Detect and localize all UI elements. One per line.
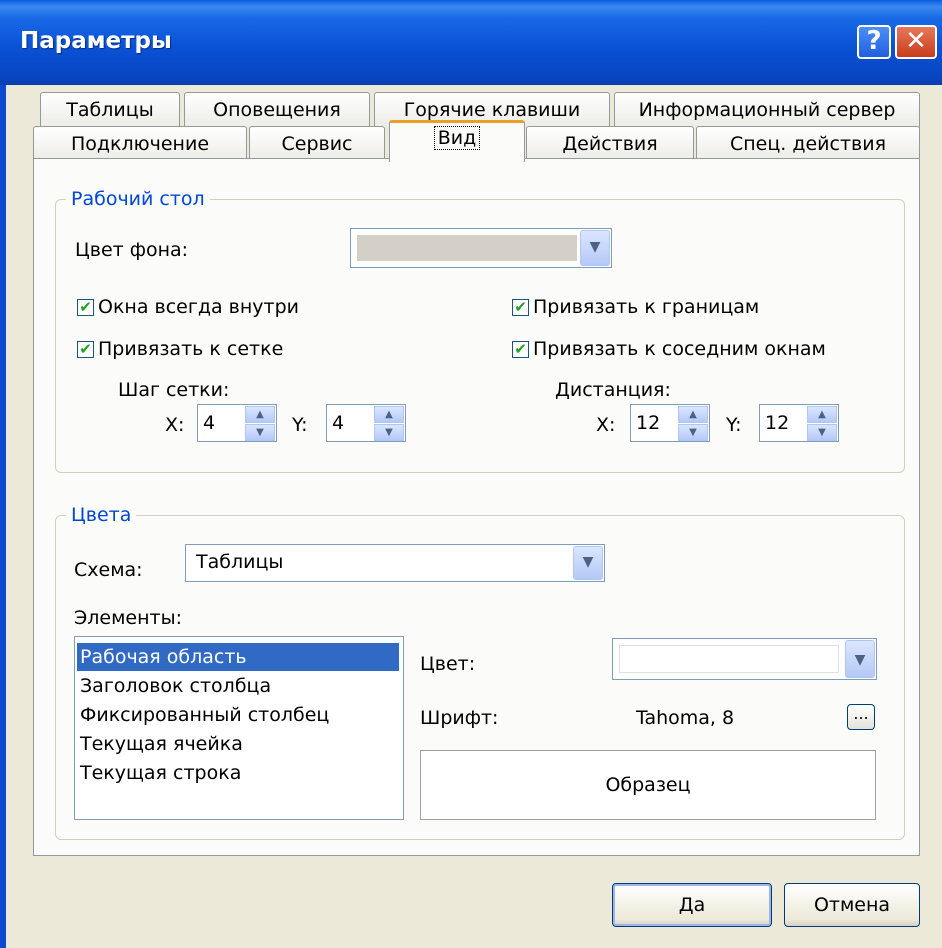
spin-down-icon[interactable]: ▼ [374,424,404,441]
distance-y-label: Y: [726,414,742,436]
grid-y-label: Y: [292,414,308,436]
snap-borders-label: Привязать к границам [533,296,760,318]
list-item[interactable]: Фиксированный столбец [77,701,399,729]
chevron-down-icon[interactable]: ▼ [573,546,603,580]
tab-view-label: Вид [433,126,481,150]
snap-grid-label: Привязать к сетке [98,338,284,360]
cancel-button[interactable]: Отмена [784,883,920,927]
help-button[interactable]: ? [857,25,891,59]
windows-inside-checkbox[interactable]: ✔ [77,299,94,316]
font-label: Шрифт: [420,707,499,729]
spin-down-icon[interactable]: ▼ [678,424,708,441]
snap-windows-label: Привязать к соседним окнам [533,338,826,360]
grid-x-value[interactable]: 4 [203,412,215,434]
chevron-down-icon[interactable]: ▼ [845,640,875,678]
bg-color-label: Цвет фона: [75,239,189,261]
distance-label: Дистанция: [555,379,671,401]
tab-connection[interactable]: Подключение [33,126,247,162]
distance-y-value[interactable]: 12 [765,412,789,434]
spin-up-icon[interactable]: ▲ [678,406,708,423]
scheme-label: Схема: [74,559,143,581]
snap-grid-checkbox[interactable]: ✔ [77,341,94,358]
ok-button[interactable]: Да [612,883,772,927]
chevron-down-icon[interactable]: ▼ [580,230,610,266]
windows-inside-label: Окна всегда внутри [98,296,300,318]
list-item[interactable]: Текущая ячейка [77,730,399,758]
list-item[interactable]: Текущая строка [77,759,399,787]
list-item[interactable]: Заголовок столбца [77,672,399,700]
window-title: Параметры [20,28,172,54]
grid-step-label: Шаг сетки: [118,379,230,401]
tab-view[interactable]: Вид [389,120,525,162]
colors-group-title: Цвета [66,504,137,526]
grid-y-spin-buttons: ▲ ▼ [374,406,404,441]
tab-actions[interactable]: Действия [526,126,694,162]
snap-borders-checkbox[interactable]: ✔ [512,299,529,316]
font-value: Tahoma, 8 [636,707,735,729]
window-frame [0,85,6,948]
distance-x-spinner[interactable]: 12 ▲ ▼ [630,404,710,442]
distance-y-spinner[interactable]: 12 ▲ ▼ [759,404,839,442]
tab-notifications[interactable]: Оповещения [184,92,370,128]
bg-color-swatch [357,235,577,261]
scheme-combo[interactable]: Таблицы ▼ [185,544,605,582]
scheme-value: Таблицы [196,551,284,573]
elements-label: Элементы: [74,607,183,629]
title-bar: Параметры ? ✕ [0,0,942,85]
tab-service[interactable]: Сервис [249,126,385,162]
tab-tables[interactable]: Таблицы [40,92,180,128]
font-browse-button[interactable]: ... [847,704,875,730]
grid-x-spin-buttons: ▲ ▼ [245,406,275,441]
grid-y-spinner[interactable]: 4 ▲ ▼ [326,404,406,442]
desktop-group-title: Рабочий стол [66,188,210,210]
snap-windows-checkbox[interactable]: ✔ [512,341,529,358]
sample-preview: Образец [420,750,876,820]
list-item[interactable]: Рабочая область [77,643,399,671]
color-label: Цвет: [420,653,476,675]
distance-y-spin-buttons: ▲ ▼ [807,406,837,441]
spin-up-icon[interactable]: ▲ [245,406,275,423]
bg-color-combo[interactable]: ▼ [350,228,612,268]
spin-down-icon[interactable]: ▼ [807,424,837,441]
close-button[interactable]: ✕ [895,25,937,59]
tab-info-server[interactable]: Информационный сервер [614,92,920,128]
distance-x-label: X: [596,414,616,436]
tab-special-actions[interactable]: Спец. действия [696,126,920,162]
parameters-dialog: Параметры ? ✕ Таблицы Оповещения Горячие… [0,0,942,948]
grid-x-spinner[interactable]: 4 ▲ ▼ [197,404,277,442]
element-color-swatch [619,645,839,673]
spin-up-icon[interactable]: ▲ [374,406,404,423]
distance-x-spin-buttons: ▲ ▼ [678,406,708,441]
distance-x-value[interactable]: 12 [636,412,660,434]
element-color-combo[interactable]: ▼ [612,638,877,680]
elements-list[interactable]: Рабочая область Заголовок столбца Фиксир… [74,636,404,820]
spin-down-icon[interactable]: ▼ [245,424,275,441]
grid-y-value[interactable]: 4 [332,412,344,434]
spin-up-icon[interactable]: ▲ [807,406,837,423]
grid-x-label: X: [165,414,185,436]
